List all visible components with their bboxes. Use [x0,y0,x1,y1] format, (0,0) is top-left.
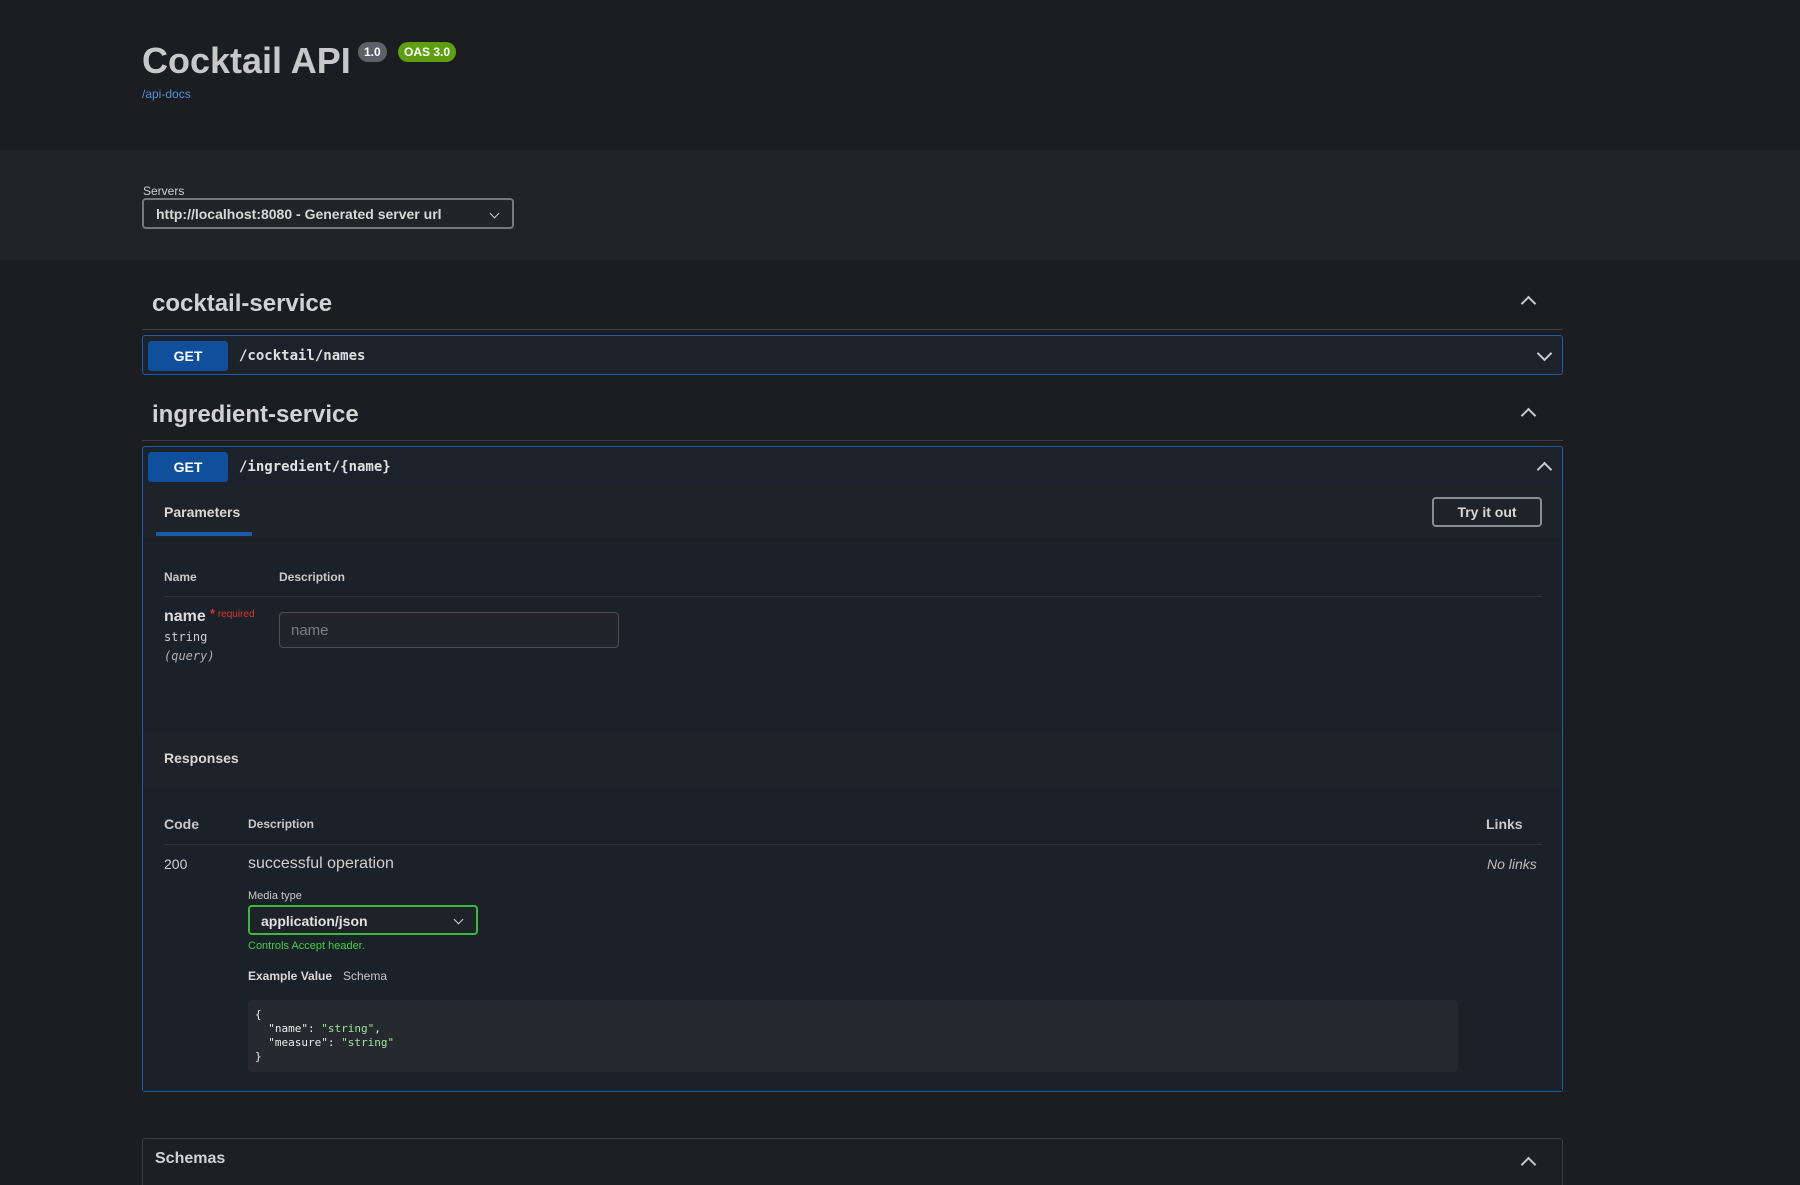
responses-title: Responses [164,750,239,766]
parameters-bar [143,486,1562,538]
operation-path[interactable]: /ingredient/{name} [239,459,391,475]
name-param-input[interactable] [279,612,619,648]
response-links: No links [1487,856,1537,872]
method-badge: GET [148,341,228,371]
tab-example-value[interactable]: Example Value [248,969,332,983]
servers-label: Servers [143,184,185,198]
version-badge: 1.0 [358,42,387,62]
divider [164,844,1542,845]
tag-cocktail-service[interactable]: cocktail-service [152,290,332,318]
response-description: successful operation [248,855,394,872]
media-type-select[interactable]: application/json [248,905,478,935]
tab-parameters[interactable]: Parameters [164,504,240,520]
active-tab-indicator [156,532,252,536]
media-type-value: application/json [261,913,368,929]
code-key: "name": [255,1022,322,1035]
chevron-up-icon[interactable] [1520,407,1537,424]
divider [142,329,1563,330]
response-code-header: Code [164,816,199,832]
response-links-header: Links [1486,816,1523,832]
chevron-up-icon[interactable] [1520,1156,1537,1173]
param-location: (query) [164,649,215,663]
divider [142,440,1563,441]
operation-get-cocktail-names[interactable]: GET /cocktail/names [142,335,1563,375]
param-name-header: Name [164,570,197,584]
chevron-down-icon [453,914,464,925]
code-line: } [255,1050,262,1063]
controls-accept-note: Controls Accept header. [248,940,365,952]
response-code: 200 [164,856,188,872]
chevron-down-icon [489,208,500,219]
servers-selected-value: http://localhost:8080 - Generated server… [156,206,442,222]
response-description-header: Description [248,817,315,831]
example-value-code: { "name": "string", "measure": "string" … [248,1000,1458,1072]
chevron-up-icon[interactable] [1536,461,1553,478]
servers-select[interactable]: http://localhost:8080 - Generated server… [142,198,514,229]
required-indicator: * required [210,606,255,621]
tab-schema[interactable]: Schema [343,969,387,983]
chevron-up-icon[interactable] [1520,295,1537,312]
param-type: string [164,630,208,644]
oas-badge: OAS 3.0 [398,42,457,62]
divider [164,596,1542,597]
required-label: required [217,609,255,620]
try-it-out-button[interactable]: Try it out [1432,497,1542,527]
operation-path: /cocktail/names [239,348,366,364]
api-title: Cocktail API [142,40,351,81]
code-string: "string" [341,1036,395,1049]
tag-ingredient-service[interactable]: ingredient-service [152,401,359,429]
method-badge[interactable]: GET [148,452,228,482]
code-string: "string" [321,1022,375,1035]
schemas-title: Schemas [155,1150,226,1167]
param-name: name [164,608,206,625]
code-key: "measure": [255,1036,342,1049]
media-type-label: Media type [248,890,302,902]
param-description-header: Description [279,570,346,584]
required-star: * [210,606,216,621]
api-docs-link[interactable]: /api-docs [142,87,191,101]
chevron-down-icon[interactable] [1536,345,1553,362]
schemas-section[interactable]: Schemas [142,1138,1563,1185]
responses-bar [143,733,1562,785]
code-line: { [255,1008,262,1021]
